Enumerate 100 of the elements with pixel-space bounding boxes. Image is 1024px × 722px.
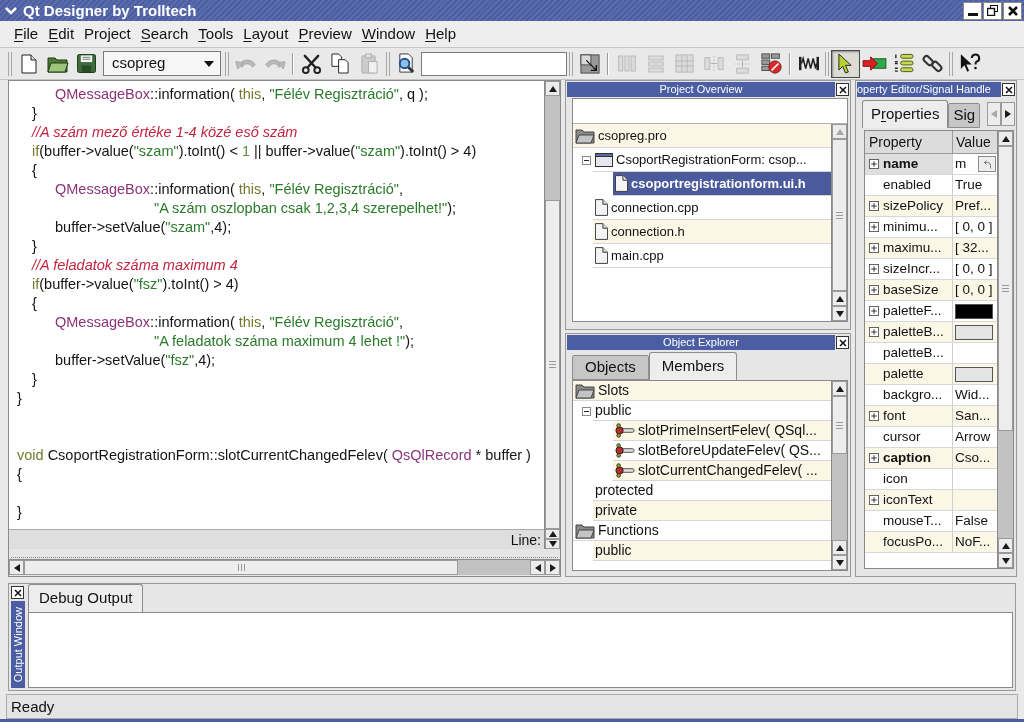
menu-item[interactable]: Window (356, 24, 421, 44)
down-arrow-icon (835, 310, 844, 317)
scroll-up-button[interactable] (998, 538, 1013, 553)
property-row[interactable]: font San... (865, 406, 997, 427)
scroll-up-button[interactable] (832, 540, 847, 555)
restore-icon (987, 5, 998, 16)
scroll-down-button[interactable] (998, 553, 1013, 568)
down-arrow-icon (548, 541, 557, 547)
property-row[interactable]: baseSize [ 0, 0 ] (865, 280, 997, 301)
blank-page-icon (20, 53, 37, 74)
menu-item[interactable]: Preview (293, 24, 357, 44)
scrollbar-thumb[interactable] (998, 146, 1013, 431)
scroll-down-button[interactable] (832, 306, 847, 321)
scroll-down-button[interactable] (545, 539, 560, 549)
panel-title: operty Editor/Signal Handle (857, 82, 991, 97)
menu-item[interactable]: File (9, 24, 44, 44)
search-field[interactable] (421, 51, 567, 76)
scroll-left-button[interactable] (9, 560, 24, 575)
menu-item[interactable]: Project (79, 24, 136, 44)
property-row[interactable]: icon (865, 469, 997, 490)
vertical-scrollbar[interactable] (997, 131, 1013, 568)
scrollbar-thumb[interactable] (24, 560, 458, 575)
property-row[interactable]: cursor Arrow (865, 427, 997, 448)
scroll-up-button[interactable] (545, 81, 560, 96)
property-row[interactable]: maximu... [ 32... (865, 238, 997, 259)
tree-item[interactable]: connection.h (593, 220, 831, 244)
property-row[interactable]: minimu... [ 0, 0 ] (865, 217, 997, 238)
property-row[interactable]: paletteB... (865, 343, 997, 364)
property-row[interactable]: paletteF... (865, 301, 997, 322)
tree-item[interactable]: Slots (573, 381, 831, 401)
scroll-up-button[interactable] (832, 291, 847, 306)
column-header[interactable]: Property (865, 131, 953, 153)
scroll-up-button[interactable] (998, 131, 1013, 146)
scrollbar-thumb[interactable] (832, 396, 847, 454)
menu-item[interactable]: Tools (193, 24, 239, 44)
scrollbar-thumb[interactable] (545, 200, 560, 529)
tab[interactable]: Sig (948, 103, 981, 128)
pointer-button[interactable] (831, 49, 860, 78)
property-value: m (955, 154, 967, 173)
tab[interactable]: Properties (862, 100, 949, 128)
property-row[interactable]: paletteB... (865, 322, 997, 343)
horizontal-scrollbar[interactable] (9, 559, 560, 575)
scroll-left-button[interactable] (530, 560, 545, 575)
project-combo[interactable]: csopreg (103, 51, 221, 76)
tree-item[interactable]: main.cpp (593, 244, 831, 268)
property-row[interactable]: sizePolicy Pref... (865, 196, 997, 217)
close-button[interactable] (1002, 83, 1015, 96)
scroll-up-button[interactable] (832, 381, 847, 396)
property-row[interactable]: name m (865, 154, 997, 175)
tab[interactable]: Objects (572, 355, 649, 380)
property-name: mouseT... (883, 511, 942, 530)
tree-item[interactable]: Functions (573, 521, 831, 541)
down-arrow-icon (1001, 557, 1010, 564)
close-button[interactable] (836, 83, 849, 96)
property-row[interactable]: enabled True (865, 175, 997, 196)
scroll-up-button[interactable] (545, 529, 560, 539)
menu-item[interactable]: Layout (238, 24, 294, 44)
property-row[interactable]: focusPo... NoF... (865, 532, 997, 553)
vertical-scrollbar[interactable] (544, 81, 560, 529)
menu-item[interactable]: Help (420, 24, 461, 44)
code-line: } (32, 237, 37, 256)
tree-item[interactable]: public (593, 541, 831, 561)
curved-arrow-icon (983, 159, 991, 169)
property-value: [ 0, 0 ] (955, 280, 993, 299)
tree-item[interactable]: slotPrimeInsertFelev( QSql... (613, 421, 831, 441)
property-row[interactable]: mouseT... False (865, 511, 997, 532)
property-row[interactable]: caption Cso... (865, 448, 997, 469)
minimize-button[interactable] (963, 1, 982, 20)
tree-item[interactable]: slotCurrentChangedFelev( ... (613, 461, 831, 481)
scroll-down-button[interactable] (832, 555, 847, 570)
tree-item[interactable]: slotBeforeUpdateFelev( QS... (613, 441, 831, 461)
close-button[interactable] (836, 336, 849, 349)
restore-button[interactable] (983, 1, 1002, 20)
scroll-right-button[interactable] (1001, 102, 1015, 126)
column-header[interactable]: Value (953, 131, 997, 153)
vertical-scrollbar[interactable] (831, 381, 847, 570)
property-value: NoF... (955, 532, 991, 551)
vertical-scrollbar[interactable] (831, 124, 847, 321)
property-row[interactable]: iconText (865, 490, 997, 511)
property-name: sizeIncr... (883, 259, 941, 278)
property-name: maximu... (883, 238, 942, 257)
property-name: sizePolicy (883, 196, 944, 215)
property-row[interactable]: backgro... Wid... (865, 385, 997, 406)
tree-item[interactable]: csoportregistrationform.ui.h (613, 172, 831, 196)
menu-item[interactable]: Search (135, 24, 194, 44)
close-button[interactable] (11, 586, 24, 599)
property-row[interactable]: palette (865, 364, 997, 385)
tab[interactable]: Members (648, 352, 738, 380)
tree-item[interactable]: protected (593, 481, 831, 501)
reset-button[interactable] (978, 156, 996, 172)
tab[interactable]: Debug Output (28, 584, 144, 612)
menu-item[interactable]: Edit (43, 24, 80, 44)
tree-item[interactable]: csopreg.pro (573, 124, 831, 148)
tree-item[interactable]: connection.cpp (593, 196, 831, 220)
close-button[interactable] (1003, 1, 1022, 20)
scrollbar-thumb[interactable] (832, 139, 847, 291)
scroll-right-button[interactable] (545, 560, 560, 575)
tree-item[interactable]: private (593, 501, 831, 521)
property-row[interactable]: sizeIncr... [ 0, 0 ] (865, 259, 997, 280)
tree-item[interactable]: public (593, 401, 831, 421)
